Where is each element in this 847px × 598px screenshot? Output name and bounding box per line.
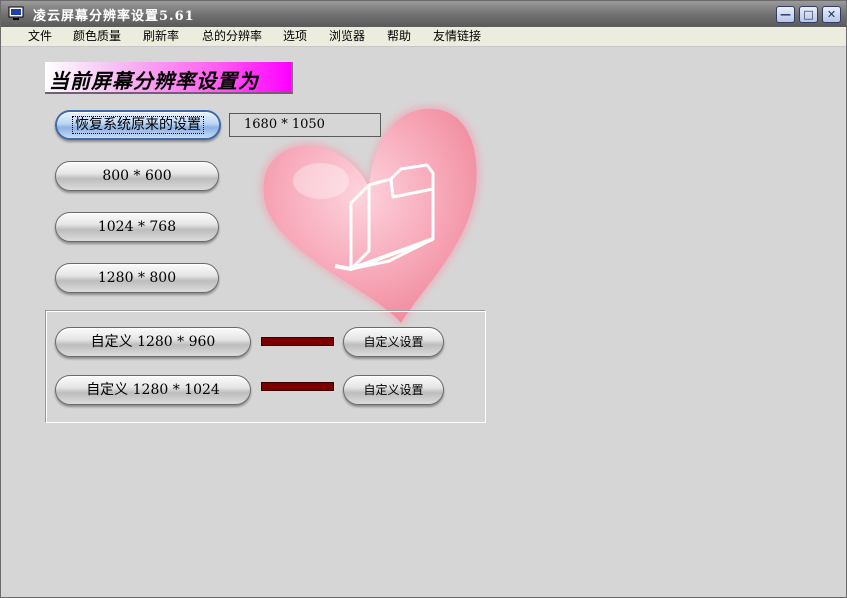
custom-1280x960-button[interactable]: 自定义 1280 * 960 <box>55 327 251 357</box>
custom-1-color-swatch <box>261 337 334 346</box>
menu-bar: 文件 颜色质量 刷新率 总的分辨率 选项 浏览器 帮助 友情链接 <box>1 27 846 47</box>
preset-1024x768-button[interactable]: 1024 * 768 <box>55 212 219 242</box>
preset-800x600-button[interactable]: 800 * 600 <box>55 161 219 191</box>
title-bar[interactable]: 凌云屏幕分辨率设置5.61 — □ ✕ <box>1 1 846 27</box>
close-button[interactable]: ✕ <box>822 6 841 23</box>
restore-label: 恢复系统原来的设置 <box>72 116 204 134</box>
custom-1280x1024-button[interactable]: 自定义 1280 * 1024 <box>55 375 251 405</box>
custom-2-color-swatch <box>261 382 334 391</box>
menu-browser[interactable]: 浏览器 <box>329 27 365 46</box>
maximize-button[interactable]: □ <box>799 6 818 23</box>
current-resolution-display: 1680 * 1050 <box>229 113 381 137</box>
menu-color-quality[interactable]: 颜色质量 <box>73 27 121 46</box>
heading-text: 当前屏幕分辨率设置为 <box>49 69 259 93</box>
restore-original-button[interactable]: 恢复系统原来的设置 <box>55 110 221 140</box>
menu-refresh-rate[interactable]: 刷新率 <box>143 27 179 46</box>
minimize-button[interactable]: — <box>776 6 795 23</box>
current-resolution-heading: 当前屏幕分辨率设置为 <box>45 62 293 94</box>
menu-total-resolution[interactable]: 总的分辨率 <box>202 27 262 46</box>
custom-1-settings-button[interactable]: 自定义设置 <box>343 327 444 357</box>
window-title: 凌云屏幕分辨率设置5.61 <box>33 9 195 24</box>
menu-help[interactable]: 帮助 <box>387 27 411 46</box>
custom-2-settings-button[interactable]: 自定义设置 <box>343 375 444 405</box>
app-window: 凌云屏幕分辨率设置5.61 — □ ✕ 文件 颜色质量 刷新率 总的分辨率 选项… <box>0 0 847 598</box>
monitor-icon <box>8 6 24 20</box>
preset-1280x800-button[interactable]: 1280 * 800 <box>55 263 219 293</box>
menu-options[interactable]: 选项 <box>283 27 307 46</box>
menu-file[interactable]: 文件 <box>28 27 52 46</box>
menu-friend-links[interactable]: 友情链接 <box>433 27 481 46</box>
